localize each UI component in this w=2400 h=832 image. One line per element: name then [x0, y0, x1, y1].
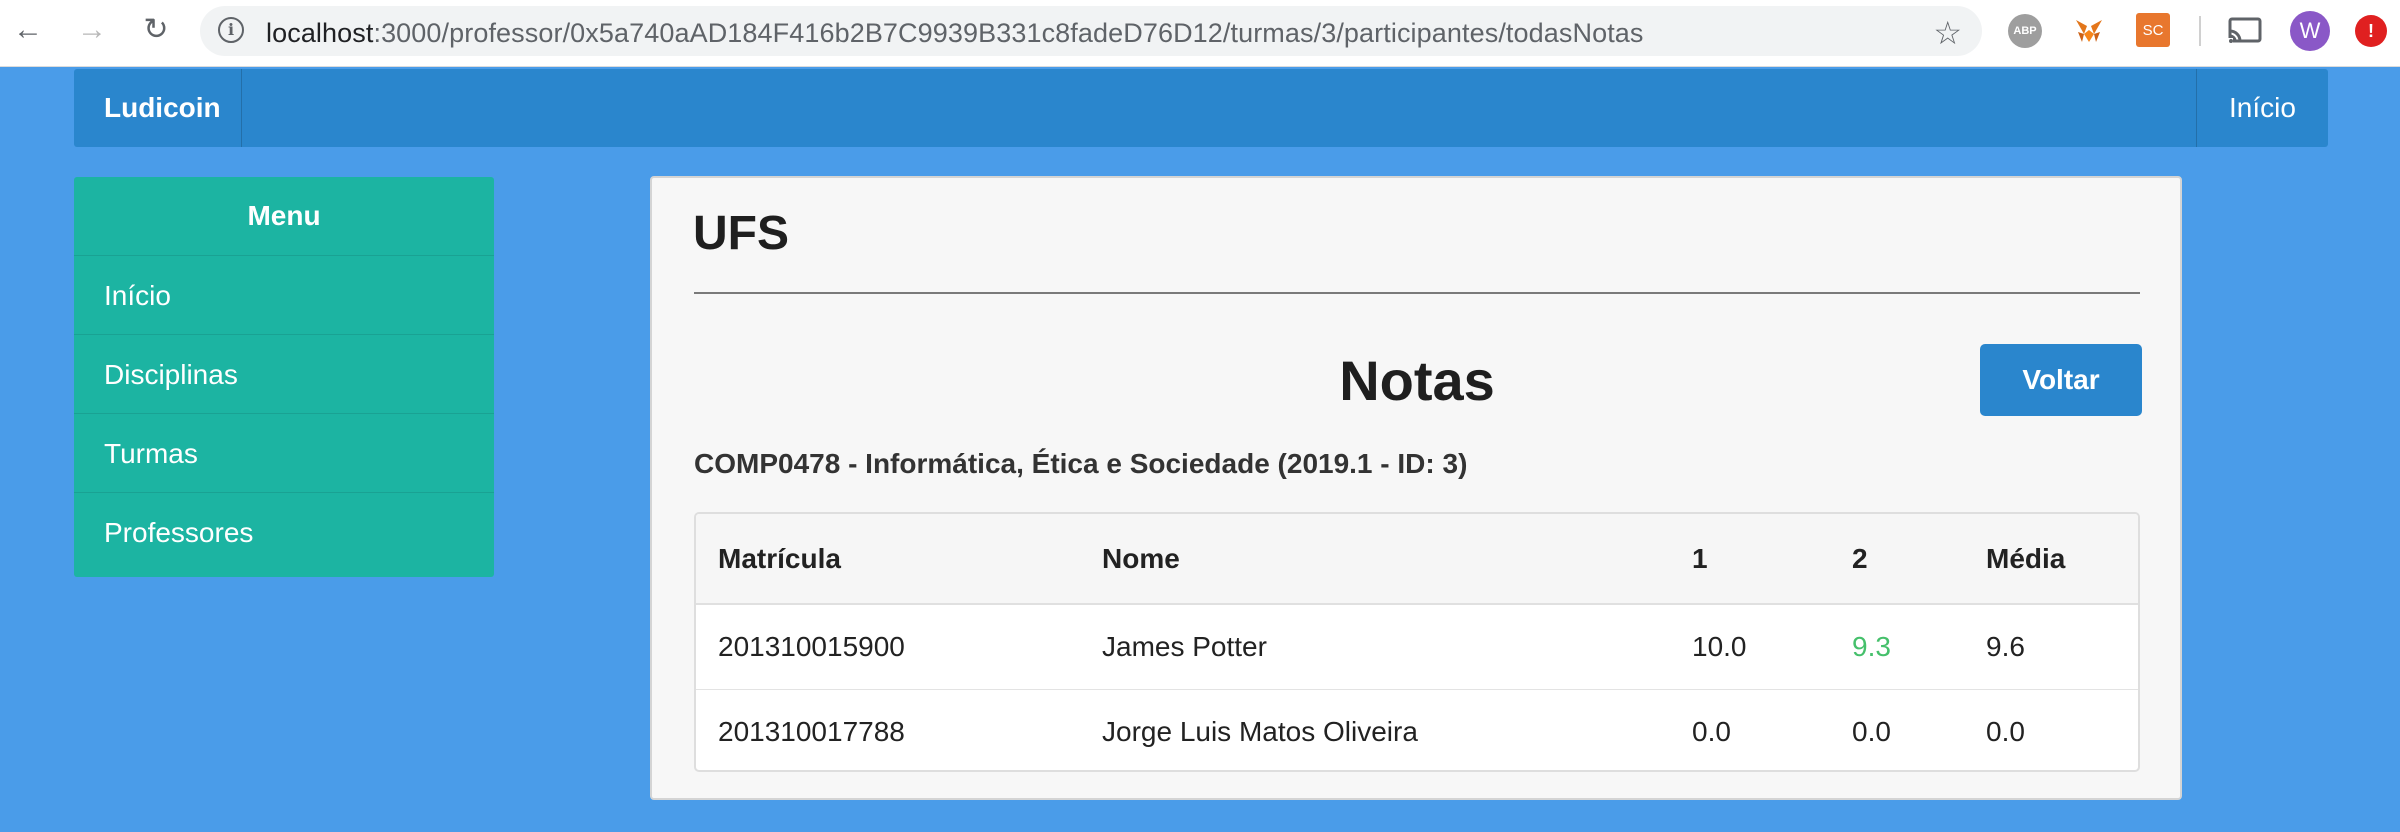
reload-icon[interactable]: ↻: [140, 14, 172, 46]
sidebar-item-professores[interactable]: Professores: [74, 493, 494, 572]
forward-arrow-icon[interactable]: →: [76, 14, 108, 46]
cell-nome: James Potter: [1080, 604, 1670, 690]
metamask-fox-icon[interactable]: [2072, 14, 2106, 48]
sidebar-item-turmas[interactable]: Turmas: [74, 414, 494, 493]
class-info: COMP0478 - Informática, Ética e Sociedad…: [694, 448, 1468, 479]
site-info-icon[interactable]: i: [218, 17, 244, 43]
cell-matricula: 201310015900: [696, 604, 1080, 690]
sidebar-title: Menu: [74, 177, 494, 256]
header-nota-1: 1: [1670, 514, 1830, 605]
cell-nome: Jorge Luis Matos Oliveira: [1102, 716, 1418, 747]
update-alert-icon[interactable]: !: [2355, 15, 2387, 47]
cell-nota-2: 0.0: [1852, 716, 1891, 747]
cell-media: 9.6: [1964, 604, 2138, 690]
cell-media: 0.0: [1986, 716, 2025, 747]
sidebar-menu: Menu Início Disciplinas Turmas Professor…: [74, 177, 494, 577]
header-media: Média: [1964, 514, 2138, 605]
sc-extension-icon[interactable]: SC: [2136, 13, 2170, 47]
sidebar-item-inicio[interactable]: Início: [74, 256, 494, 335]
title-divider: [694, 292, 2140, 294]
table-row: 201310017788 Jorge Luis Matos Oliveira 0…: [696, 690, 2138, 771]
page-title: UFS: [693, 207, 789, 260]
profile-avatar[interactable]: W: [2290, 11, 2330, 51]
sidebar-item-disciplinas[interactable]: Disciplinas: [74, 335, 494, 414]
brand-link[interactable]: Ludicoin: [74, 69, 242, 147]
cell-nota-1: 0.0: [1692, 716, 1731, 747]
bookmark-star-icon[interactable]: ☆: [1933, 14, 1962, 52]
address-bar[interactable]: i localhost:3000/professor/0x5a740aAD184…: [200, 6, 1982, 56]
cell-matricula: 201310017788: [718, 716, 905, 747]
cell-nota-1: 10.0: [1670, 604, 1830, 690]
table-header-row: Matrícula Nome 1 2 Média: [696, 514, 2138, 605]
header-matricula: Matrícula: [696, 514, 1080, 605]
back-arrow-icon[interactable]: ←: [12, 14, 44, 46]
main-panel: UFS Notas Voltar COMP0478 - Informática,…: [650, 176, 2182, 800]
grades-table: Matrícula Nome 1 2 Média 201310015900 Ja…: [694, 512, 2140, 772]
browser-toolbar: ← → ↻ i localhost:3000/professor/0x5a740…: [0, 0, 2400, 67]
cell-nota-2: 9.3: [1830, 604, 1964, 690]
section-title: Notas: [1339, 349, 1495, 412]
top-navbar: Ludicoin Início: [74, 69, 2328, 147]
table-row: 201310015900 James Potter 10.0 9.3 9.6: [696, 604, 2138, 690]
nav-home-link[interactable]: Início: [2196, 69, 2328, 147]
url-text[interactable]: localhost:3000/professor/0x5a740aAD184F4…: [266, 18, 1644, 49]
back-button[interactable]: Voltar: [1980, 344, 2142, 416]
cast-icon[interactable]: [2226, 14, 2264, 48]
header-nota-2: 2: [1830, 514, 1964, 605]
url-path: :3000/professor/0x5a740aAD184F416b2B7C99…: [373, 18, 1644, 48]
header-nome: Nome: [1080, 514, 1670, 605]
adblock-extension-icon[interactable]: ABP: [2008, 14, 2042, 48]
url-host: localhost: [266, 18, 374, 48]
toolbar-divider: [2199, 16, 2201, 46]
